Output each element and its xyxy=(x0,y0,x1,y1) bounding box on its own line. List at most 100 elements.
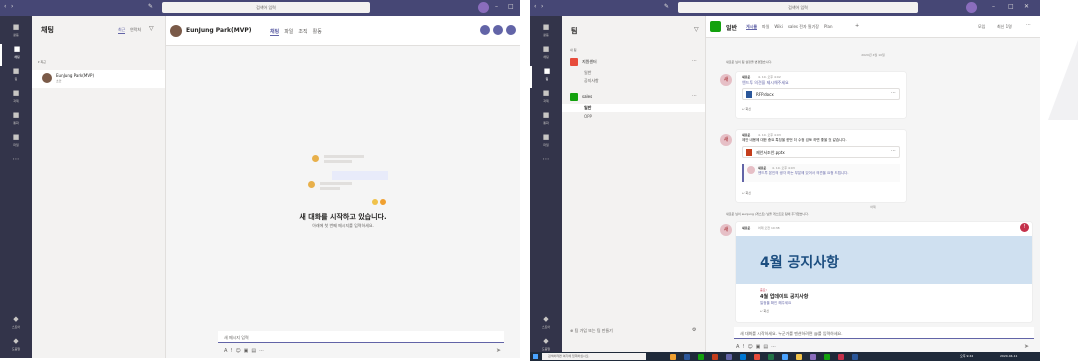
maximize-icon[interactable]: □ xyxy=(1008,3,1014,10)
windows-start-icon[interactable] xyxy=(533,354,538,359)
emoji-icon[interactable]: ☺ xyxy=(747,344,755,350)
tab-0[interactable]: 채팅 xyxy=(270,29,280,36)
taskbar-app-icon[interactable] xyxy=(684,354,690,360)
meet-button[interactable]: 모임 xyxy=(978,24,985,30)
channel-item[interactable]: 공지사항 xyxy=(584,78,599,84)
sticker-icon[interactable]: ▤ xyxy=(251,348,259,354)
search-input[interactable]: 검색어 입력 xyxy=(162,2,370,13)
channel-item[interactable]: 일반 xyxy=(584,70,591,76)
more-icon[interactable]: ⋯ xyxy=(1026,22,1031,28)
more-icon[interactable]: ⋯ xyxy=(771,344,779,350)
forward-icon[interactable]: › xyxy=(11,3,13,10)
more-icon[interactable]: ⋯ xyxy=(891,90,896,96)
message-card[interactable]: 새로운 4. 10. 오후 4:02 엔드투 의견을 제시해주세요 RFP.do… xyxy=(736,72,906,118)
forward-icon[interactable]: › xyxy=(541,3,543,10)
taskbar-app-icon[interactable] xyxy=(768,354,774,360)
add-tab-icon[interactable]: + xyxy=(855,23,859,29)
team-item[interactable]: sales ⋯ xyxy=(562,92,705,102)
reply-link[interactable]: ↩ 회신 xyxy=(760,309,769,313)
channel-item-selected[interactable]: 일반 xyxy=(562,104,705,112)
minimize-icon[interactable]: – xyxy=(495,3,498,10)
avatar[interactable] xyxy=(966,2,977,13)
video-call-icon[interactable] xyxy=(480,25,490,35)
rail-item-files[interactable]: ■ 파일 xyxy=(0,132,32,154)
rail-item-calls[interactable]: ■ 통화 xyxy=(530,110,562,132)
rail-item-assignments[interactable]: ■ 과제 xyxy=(530,88,562,110)
taskbar-app-icon[interactable] xyxy=(712,354,718,360)
tab-3[interactable]: sales 전자 필기장 xyxy=(788,24,819,29)
participants-button[interactable]: 최신 1명 xyxy=(997,24,1012,30)
send-icon[interactable]: ➤ xyxy=(1024,343,1029,350)
rail-item-files[interactable]: ■ 파일 xyxy=(530,132,562,154)
message-input[interactable]: 새 메시지 입력 xyxy=(218,331,504,343)
tab-3[interactable]: 활동 xyxy=(313,29,322,35)
rail-item-activity[interactable]: ■ 활동 xyxy=(530,22,562,44)
taskbar-app-icon[interactable] xyxy=(698,354,704,360)
rail-item-help[interactable]: ◆ 도움말 xyxy=(0,336,32,358)
taskbar-app-icon[interactable] xyxy=(824,354,830,360)
more-icon[interactable]: ⋯ xyxy=(259,348,267,354)
join-team-link[interactable]: ⊕ 팀 가입 또는 팀 만들기 xyxy=(570,328,613,334)
filter-icon[interactable]: ▽ xyxy=(149,25,154,32)
reply-link[interactable]: ↩ 회신 xyxy=(742,107,751,111)
tab-contacts[interactable]: 연락처 xyxy=(130,27,141,33)
file-attachment[interactable]: 제안서조안.pptx ⋯ xyxy=(742,146,900,158)
tab-2[interactable]: 조직 xyxy=(298,29,307,35)
taskbar-app-icon[interactable] xyxy=(670,354,676,360)
reply-message[interactable]: 새로운 4. 10. 오후 4:03 엔드투 본인의 생각 하는 부분에 있어서… xyxy=(742,164,900,182)
maximize-icon[interactable]: □ xyxy=(508,3,514,10)
rail-item-store[interactable]: ◆ 스토어 xyxy=(530,314,562,336)
close-icon[interactable]: ✕ xyxy=(1024,3,1029,10)
rail-item-teams[interactable]: ■ 팀 xyxy=(530,66,562,88)
channel-item[interactable]: OPP xyxy=(584,114,592,119)
taskbar-app-icon[interactable] xyxy=(754,354,760,360)
taskbar-app-icon[interactable] xyxy=(810,354,816,360)
tab-0[interactable]: 게시물 xyxy=(746,24,758,30)
compose-icon[interactable]: ✎ xyxy=(664,3,669,10)
send-icon[interactable]: ➤ xyxy=(496,347,501,354)
settings-icon[interactable]: ⚙ xyxy=(692,327,696,333)
tab-1[interactable]: 파일 xyxy=(284,29,293,35)
more-icon[interactable]: ⋯ xyxy=(692,93,697,99)
rail-item-assignments[interactable]: ■ 과제 xyxy=(0,88,32,110)
file-attachment[interactable]: RFP.docx ⋯ xyxy=(742,88,900,100)
taskbar-app-icon[interactable] xyxy=(838,354,844,360)
taskbar-search[interactable]: 검색하려면 여기에 입력하십시오. xyxy=(542,353,646,360)
rail-item-calls[interactable]: ■ 통화 xyxy=(0,110,32,132)
sticker-icon[interactable]: ▤ xyxy=(763,344,771,350)
compose-icon[interactable]: ✎ xyxy=(148,3,153,10)
filter-icon[interactable]: ▽ xyxy=(694,26,699,33)
taskbar-app-icon[interactable] xyxy=(740,354,746,360)
audio-call-icon[interactable] xyxy=(493,25,503,35)
taskbar-app-icon[interactable] xyxy=(782,354,788,360)
more-apps-icon[interactable]: ⋯ xyxy=(0,154,32,176)
emoji-icon[interactable]: ☺ xyxy=(235,348,243,354)
taskbar-app-icon[interactable] xyxy=(726,354,732,360)
more-apps-icon[interactable]: ⋯ xyxy=(530,154,562,176)
rail-item-teams[interactable]: ■ 팀 xyxy=(0,66,32,88)
screen-share-icon[interactable] xyxy=(506,25,516,35)
rail-item-chat[interactable]: ■ 채팅 xyxy=(530,44,562,66)
new-conversation-input[interactable]: 새 대화를 시작하세요. 누군가를 멘션하려면 @를 입력하세요. xyxy=(734,327,1034,339)
rail-item-chat[interactable]: ■ 채팅 xyxy=(0,44,32,66)
announcement-card[interactable]: 새로운 어제 오전 10:38 ! 4월 공지사항 중요! 4월 업데이트 공지… xyxy=(736,222,1032,322)
search-input[interactable]: 검색어 입력 xyxy=(678,2,918,13)
back-icon[interactable]: ‹ xyxy=(4,3,6,10)
chat-list-item[interactable]: EunJung Park(MVP) 초안 xyxy=(32,70,165,88)
taskbar-app-icon[interactable] xyxy=(852,354,858,360)
rail-item-activity[interactable]: ■ 활동 xyxy=(0,22,32,44)
tab-1[interactable]: 파일 xyxy=(762,24,769,29)
minimize-icon[interactable]: – xyxy=(992,3,995,10)
taskbar-app-icon[interactable] xyxy=(796,354,802,360)
more-icon[interactable]: ⋯ xyxy=(692,58,697,64)
rail-item-store[interactable]: ◆ 스토어 xyxy=(0,314,32,336)
tab-2[interactable]: Wiki xyxy=(774,24,782,29)
reply-link[interactable]: ↩ 회신 xyxy=(742,191,751,195)
back-icon[interactable]: ‹ xyxy=(534,3,536,10)
more-icon[interactable]: ⋯ xyxy=(891,148,896,154)
tab-4[interactable]: Plan xyxy=(824,24,833,29)
tab-recent[interactable]: 최근 xyxy=(118,27,126,34)
avatar[interactable] xyxy=(478,2,489,13)
message-card[interactable]: 새로운 4. 10. 오후 4:03 제안 내용에 대한 중요 특징을 한번 더… xyxy=(736,130,906,202)
team-item[interactable]: 지원센터 ⋯ xyxy=(562,57,705,67)
